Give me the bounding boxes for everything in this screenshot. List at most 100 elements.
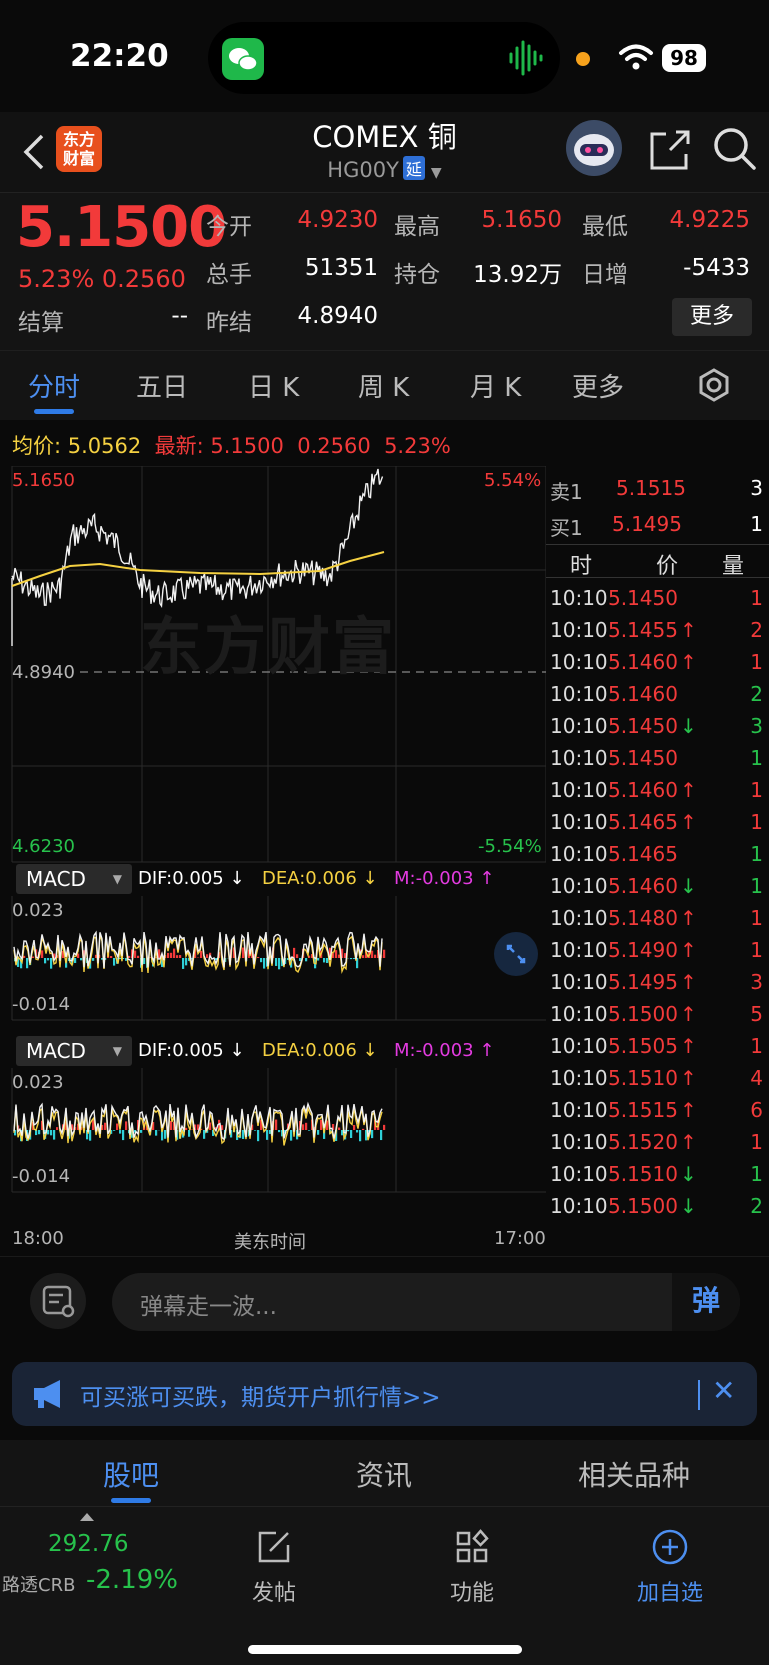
chart-canvas[interactable]: [0, 466, 546, 1256]
macd-bar: [371, 1130, 374, 1139]
sell1-label: 卖1: [550, 480, 583, 504]
functions-button[interactable]: 功能: [412, 1527, 532, 1607]
tick-direction: ↑: [680, 1130, 697, 1154]
comment-settings-icon[interactable]: [30, 1273, 86, 1329]
macd-bar: [260, 958, 263, 963]
macd-bar: [383, 949, 386, 958]
tick-qty: 1: [750, 874, 763, 898]
tick-row: 10:10 5.1480 ↑ 1: [546, 906, 769, 940]
macd-bar: [242, 947, 245, 958]
tick-qty: 3: [750, 714, 763, 738]
danmu-input[interactable]: 弹幕走一波... 弹: [112, 1273, 740, 1331]
tick-time: 10:10: [550, 938, 608, 962]
chevron-down-icon: ▼: [112, 1044, 122, 1058]
macd-bar: [170, 952, 173, 958]
quote-label-3: 总手: [206, 262, 252, 288]
tick-price: 5.1455: [608, 618, 678, 642]
macd-bar: [257, 1130, 260, 1142]
tick-time: 10:10: [550, 1130, 608, 1154]
macd2-dea: DEA:0.006 ↓: [262, 1040, 378, 1061]
tick-row: 10:10 5.1460 ↑ 1: [546, 650, 769, 684]
tick-qty: 1: [750, 1034, 763, 1058]
more-button[interactable]: 更多: [672, 298, 752, 336]
add-watchlist-button[interactable]: 加自选: [610, 1527, 730, 1607]
macd-bar: [134, 950, 137, 958]
crb-change-pct[interactable]: -2.19%: [86, 1565, 178, 1595]
tick-direction: ↑: [680, 810, 697, 834]
tick-row: 10:10 5.1510 ↑ 4: [546, 1066, 769, 1100]
macd-bar: [50, 1130, 53, 1136]
tick-row: 10:10 5.1465 1: [546, 842, 769, 876]
promo-banner[interactable]: 可买涨可买跌，期货开户抓行情>> ✕: [12, 1362, 757, 1426]
section-tab-0[interactable]: 股吧: [103, 1454, 159, 1494]
share-icon[interactable]: [646, 126, 694, 174]
tick-row: 10:10 5.1520 ↑ 1: [546, 1130, 769, 1164]
tick-row: 10:10 5.1450 1: [546, 586, 769, 620]
quote-label-0: 今开: [206, 214, 252, 240]
expand-icon[interactable]: [494, 932, 538, 976]
avg-value: 5.0562: [67, 434, 142, 458]
intraday-chart[interactable]: 5.1650 5.54% 4.8940 4.6230 -5.54% 东方财富 M…: [0, 466, 546, 1256]
promo-text[interactable]: 可买涨可买跌，期货开户抓行情>>: [80, 1378, 441, 1412]
tick-time: 10:10: [550, 682, 608, 706]
macd-bar: [53, 1130, 56, 1140]
macd-bar: [293, 947, 296, 958]
tab-4[interactable]: 月 K: [470, 367, 521, 404]
ticks-header-qty: 量: [722, 554, 745, 579]
megaphone-icon: [30, 1378, 70, 1410]
tick-price: 5.1505: [608, 1034, 678, 1058]
macd-bar: [275, 958, 278, 966]
chevron-down-icon: ▼: [430, 165, 442, 181]
tick-direction: ↑: [680, 1098, 697, 1122]
macd-bar: [47, 1130, 50, 1135]
section-tab-2[interactable]: 相关品种: [578, 1454, 690, 1494]
tick-direction: ↑: [680, 618, 697, 642]
quote-panel: 5.1500 5.23% 0.2560 今开 4.9230 最高 5.1650 最低 4.…: [0, 192, 769, 350]
danmu-button[interactable]: 弹: [672, 1273, 740, 1331]
assistant-robot-icon[interactable]: [566, 120, 622, 176]
y-high-label: 5.1650: [12, 470, 75, 491]
tick-row: 10:10 5.1460 2: [546, 682, 769, 716]
crb-expand-icon[interactable]: [80, 1513, 94, 1521]
gear-icon[interactable]: [696, 367, 732, 403]
macd-bar: [347, 1130, 350, 1132]
sell1-row: 卖1 5.1515 3: [546, 470, 769, 504]
macd2-selector[interactable]: MACD ▼: [16, 1036, 132, 1066]
tab-1[interactable]: 五日: [136, 367, 188, 404]
tick-qty: 1: [750, 1162, 763, 1186]
macd-bar: [74, 958, 77, 964]
macd-bar: [113, 958, 116, 966]
tick-direction: ↑: [680, 970, 697, 994]
privacy-dot-icon: [576, 52, 590, 66]
tick-qty: 2: [750, 618, 763, 642]
search-icon[interactable]: [710, 124, 760, 174]
tab-0[interactable]: 分时: [28, 367, 80, 404]
tick-row: 10:10 5.1455 ↑ 2: [546, 618, 769, 652]
tick-qty: 5: [750, 1002, 763, 1026]
wifi-icon: [618, 42, 654, 72]
post-button[interactable]: 发帖: [214, 1527, 334, 1607]
tick-price: 5.1510: [608, 1162, 678, 1186]
macd-bar: [206, 954, 209, 958]
section-tab-1[interactable]: 资讯: [356, 1454, 412, 1494]
plus-circle-icon: [650, 1527, 690, 1567]
tab-3[interactable]: 周 K: [358, 367, 409, 404]
tick-qty: 4: [750, 1066, 763, 1090]
buy1-label: 买1: [550, 516, 583, 540]
watermark: 东方财富: [140, 610, 397, 683]
edit-icon: [254, 1527, 294, 1567]
tick-qty: 1: [750, 1130, 763, 1154]
tick-qty: 1: [750, 906, 763, 930]
chart-tabs: 分时 五日 日 K 周 K 月 K 更多: [0, 350, 769, 420]
macd1-selector[interactable]: MACD ▼: [16, 864, 132, 894]
tick-row: 10:10 5.1460 ↑ 1: [546, 778, 769, 812]
tab-2[interactable]: 日 K: [248, 367, 299, 404]
tick-direction: ↑: [680, 906, 697, 930]
last-price: 5.1500: [16, 195, 227, 260]
crb-name[interactable]: 路透CRB: [2, 1571, 75, 1597]
crb-value[interactable]: 292.76: [48, 1531, 128, 1557]
tab-5[interactable]: 更多: [572, 367, 624, 404]
close-icon[interactable]: ✕: [712, 1374, 735, 1407]
tick-qty: 1: [750, 650, 763, 674]
tick-qty: 1: [750, 746, 763, 770]
